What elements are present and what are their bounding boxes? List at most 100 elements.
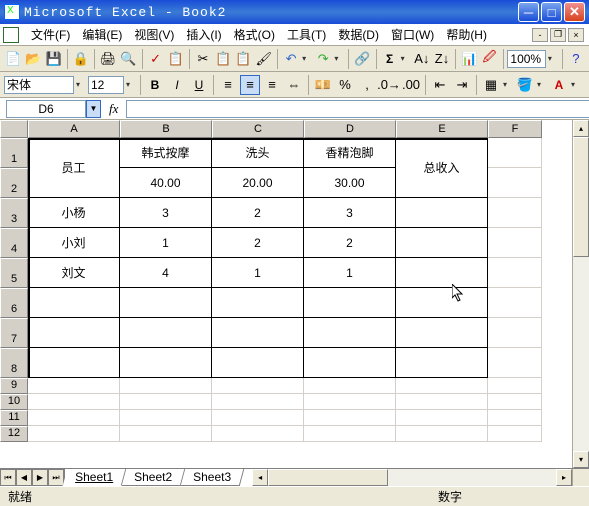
menu-tools[interactable]: 工具(T) [281,24,332,45]
print-button[interactable]: 🖨 [99,49,118,69]
mdi-minimize-button[interactable]: - [532,28,548,42]
cell[interactable] [488,348,542,378]
mdi-close-button[interactable]: × [568,28,584,42]
cell[interactable] [304,378,396,394]
scroll-up-button[interactable]: ▴ [573,120,589,137]
cell-B6[interactable] [120,288,212,318]
sort-asc-button[interactable]: A↓ [413,49,431,69]
bold-button[interactable]: B [145,75,165,95]
row-header-4[interactable]: 4 [0,228,28,258]
format-painter-button[interactable]: 🖌 [254,49,273,69]
cell[interactable] [396,378,488,394]
select-all-corner[interactable] [0,120,28,138]
cell[interactable] [28,378,120,394]
cell-C7[interactable] [212,318,304,348]
decrease-decimal-button[interactable]: .00 [401,75,421,95]
vertical-scrollbar[interactable]: ▴ ▾ [572,120,589,468]
align-left-button[interactable]: ≡ [218,75,238,95]
cell-B5[interactable]: 4 [120,258,212,288]
scroll-down-button[interactable]: ▾ [573,451,589,468]
tab-last-button[interactable]: ⏭ [48,469,64,486]
cell[interactable] [488,394,542,410]
row-header-11[interactable]: 11 [0,410,28,426]
percent-button[interactable]: % [335,75,355,95]
cell-D3[interactable]: 3 [304,198,396,228]
row-header-5[interactable]: 5 [0,258,28,288]
name-box[interactable]: D6 [6,100,86,118]
cell-C1[interactable]: 洗头 [212,138,304,168]
cell[interactable] [396,426,488,442]
fill-color-dropdown[interactable]: ▾ [537,80,547,89]
cell[interactable] [120,426,212,442]
font-size-box[interactable]: 12 [88,76,124,94]
menu-help[interactable]: 帮助(H) [440,24,493,45]
cell[interactable] [304,410,396,426]
autosum-button[interactable]: Σ [380,49,398,69]
cell-B1[interactable]: 韩式按摩 [120,138,212,168]
cell[interactable] [120,410,212,426]
cell-E7[interactable] [396,318,488,348]
scroll-thumb[interactable] [573,137,589,257]
cell[interactable] [488,426,542,442]
cell-A6[interactable] [28,288,120,318]
cell-C3[interactable]: 2 [212,198,304,228]
cell-E8[interactable] [396,348,488,378]
cell[interactable] [488,378,542,394]
cell[interactable] [488,228,542,258]
decrease-indent-button[interactable]: ⇤ [430,75,450,95]
cell-B7[interactable] [120,318,212,348]
row-header-7[interactable]: 7 [0,318,28,348]
open-button[interactable]: 📂 [24,49,42,69]
cell-A5[interactable]: 刘文 [28,258,120,288]
fx-icon[interactable]: fx [101,101,126,117]
borders-dropdown[interactable]: ▾ [503,80,513,89]
cell-D2[interactable]: 30.00 [304,168,396,198]
autosum-dropdown[interactable]: ▾ [401,54,411,63]
cell-D5[interactable]: 1 [304,258,396,288]
row-header-6[interactable]: 6 [0,288,28,318]
spreadsheet-grid[interactable]: ABCDEF 123456789101112 员工韩式按摩洗头香精泡脚总收入40… [0,120,572,468]
mdi-restore-button[interactable]: ❐ [550,28,566,42]
font-color-dropdown[interactable]: ▾ [571,80,581,89]
copy-button[interactable]: 📋 [214,49,232,69]
col-header-B[interactable]: B [120,120,212,138]
col-header-F[interactable]: F [488,120,542,138]
minimize-button[interactable]: ─ [518,2,539,22]
cell[interactable] [28,410,120,426]
cell-B2[interactable]: 40.00 [120,168,212,198]
cell[interactable] [212,410,304,426]
cell-D7[interactable] [304,318,396,348]
menu-data[interactable]: 数据(D) [332,24,385,45]
row-header-10[interactable]: 10 [0,394,28,410]
cell[interactable] [488,288,542,318]
menu-file[interactable]: 文件(F) [25,24,76,45]
cell[interactable] [120,378,212,394]
permission-button[interactable]: 🔒 [72,49,90,69]
cell[interactable] [304,394,396,410]
drawing-button[interactable]: 🖉 [480,49,498,69]
cell[interactable] [488,198,542,228]
close-button[interactable]: ✕ [564,2,585,22]
col-header-D[interactable]: D [304,120,396,138]
cell-A3[interactable]: 小杨 [28,198,120,228]
sort-desc-button[interactable]: Z↓ [433,49,451,69]
fill-color-button[interactable]: 🪣 [515,75,535,95]
increase-decimal-button[interactable]: .0→ [379,75,399,95]
cell-D1[interactable]: 香精泡脚 [304,138,396,168]
scroll-right-button[interactable]: ▸ [556,469,572,486]
maximize-button[interactable]: □ [541,2,562,22]
cell-A4[interactable]: 小刘 [28,228,120,258]
cell[interactable] [28,394,120,410]
cell[interactable] [304,426,396,442]
cell[interactable] [488,168,542,198]
research-button[interactable]: 📋 [167,49,185,69]
hscroll-track[interactable] [268,469,556,486]
row-header-12[interactable]: 12 [0,426,28,442]
cell-C2[interactable]: 20.00 [212,168,304,198]
merge-center-button[interactable]: ⇔ [284,75,304,95]
row-header-1[interactable]: 1 [0,138,28,168]
row-header-8[interactable]: 8 [0,348,28,378]
tab-first-button[interactable]: ⏮ [0,469,16,486]
align-center-button[interactable]: ≡ [240,75,260,95]
cell-E1[interactable]: 总收入 [396,138,488,198]
